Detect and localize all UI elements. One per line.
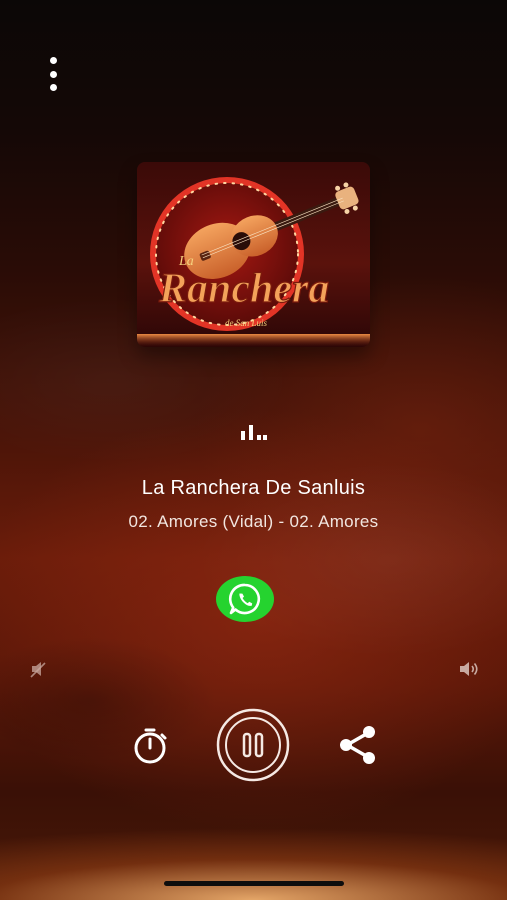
more-vertical-icon[interactable]: [38, 54, 68, 94]
volume-up-icon[interactable]: [458, 658, 480, 680]
volume-mute-icon[interactable]: [28, 658, 50, 680]
menu-dot: [49, 70, 57, 78]
pause-icon[interactable]: [216, 708, 290, 782]
whatsapp-icon: [228, 583, 261, 615]
station-name: La Ranchera De Sanluis: [141, 477, 366, 499]
playback-controls: [0, 708, 507, 782]
whatsapp-button[interactable]: [216, 576, 274, 622]
player-screen: La Ranchera de San Luis La Ranchera De S…: [0, 0, 507, 900]
now-playing-track: 02. Amores (Vidal) - 02. Amores: [128, 512, 379, 531]
share-icon[interactable]: [337, 724, 379, 766]
station-artwork: La Ranchera de San Luis: [137, 162, 370, 347]
logo-brand-sub: de San Luis: [225, 318, 268, 328]
menu-dot: [49, 57, 57, 64]
sleep-timer-icon[interactable]: [130, 726, 170, 766]
logo-brand-main: Ranchera: [158, 266, 329, 312]
volume-row: [28, 658, 480, 680]
menu-dot: [49, 84, 57, 91]
home-indicator[interactable]: [164, 881, 344, 886]
station-logo: La Ranchera de San Luis: [137, 177, 370, 347]
equalizer-bars-icon: [241, 425, 267, 440]
